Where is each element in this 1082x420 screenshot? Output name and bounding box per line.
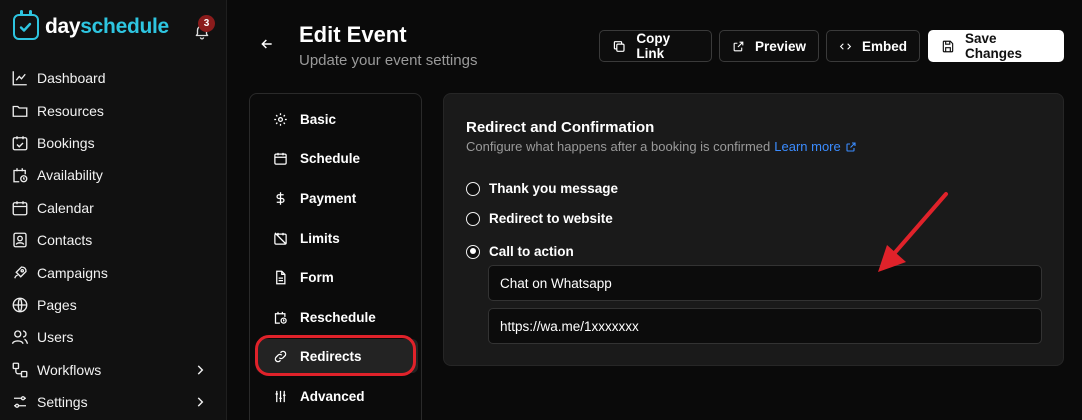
rocket-icon (14, 265, 27, 279)
sidebar-item-label: Users (37, 329, 74, 346)
sidebar-item-bookings[interactable]: Bookings (0, 127, 227, 159)
sidebar-item-settings[interactable]: Settings (0, 386, 227, 418)
users-icon (11, 330, 29, 345)
sidebar: dayschedule 3 Dashboard Resources Bookin… (0, 0, 227, 420)
menu-item-limits[interactable]: Limits (250, 221, 423, 255)
sidebar-item-label: Workflows (37, 361, 102, 378)
section-title: Redirect and Confirmation (466, 119, 655, 136)
option-call-to-action[interactable]: Call to action (466, 244, 574, 259)
annotation-arrow-icon (878, 192, 948, 272)
page-subtitle: Update your event settings (299, 52, 478, 69)
workflow-icon (12, 362, 28, 378)
menu-item-form[interactable]: Form (250, 260, 423, 294)
chevron-right-icon[interactable] (193, 395, 207, 409)
sidebar-item-label: Campaigns (37, 264, 108, 281)
sidebar-item-label: Bookings (37, 134, 95, 151)
option-label: Thank you message (489, 181, 619, 196)
menu-item-label: Redirects (300, 348, 362, 364)
menu-item-payment[interactable]: Payment (250, 181, 423, 215)
menu-item-redirects[interactable]: Redirects (256, 339, 418, 373)
event-settings-menu: Basic Schedule Payment Limits Form Resch… (249, 93, 422, 420)
menu-item-reschedule[interactable]: Reschedule (250, 300, 423, 334)
option-thank-you-message[interactable]: Thank you message (466, 181, 618, 196)
menu-item-basic[interactable]: Basic (250, 102, 423, 136)
chart-line-icon (12, 71, 27, 86)
calendar-check-icon (12, 136, 28, 151)
sidebar-item-label: Pages (37, 296, 77, 313)
radio-button[interactable] (466, 211, 480, 226)
sidebar-item-calendar[interactable]: Calendar (0, 192, 227, 224)
external-link-icon (733, 41, 744, 51)
sidebar-item-label: Availability (37, 167, 103, 184)
redirect-confirmation-card: Redirect and Confirmation Configure what… (443, 93, 1064, 366)
preview-label: Preview (754, 38, 806, 54)
menu-item-label: Basic (300, 111, 337, 127)
brand-name: dayschedule (45, 15, 169, 38)
globe-icon (12, 297, 28, 313)
option-label: Redirect to website (489, 211, 613, 226)
sidebar-item-contacts[interactable]: Contacts (0, 224, 227, 256)
sidebar-item-availability[interactable]: Availability (0, 159, 227, 191)
sidebar-item-label: Resources (37, 102, 104, 119)
menu-item-schedule[interactable]: Schedule (250, 141, 423, 175)
embed-label: Embed (861, 38, 907, 54)
sidebar-item-label: Dashboard (37, 70, 106, 87)
radio-button-selected[interactable] (466, 244, 480, 259)
sidebar-item-resources[interactable]: Resources (0, 94, 227, 126)
option-label: Call to action (489, 244, 574, 259)
section-description-text: Configure what happens after a booking i… (466, 139, 771, 154)
menu-item-label: Limits (300, 230, 340, 246)
sidebar-item-workflows[interactable]: Workflows (0, 354, 227, 386)
calendar-clock-icon (274, 311, 287, 324)
calendar-clock-icon (13, 168, 28, 183)
folder-icon (12, 105, 28, 117)
copy-link-label: Copy Link (636, 31, 671, 61)
chevron-right-icon[interactable] (193, 363, 207, 377)
sidebar-nav: Dashboard Resources Bookings Availabilit… (0, 62, 227, 418)
menu-item-label: Payment (300, 190, 357, 206)
embed-button[interactable]: Embed (826, 30, 920, 62)
menu-item-label: Schedule (300, 150, 361, 166)
notification-badge: 3 (198, 15, 215, 32)
cta-url-input[interactable]: https://wa.me/1xxxxxxx (488, 308, 1042, 344)
sliders-icon (275, 390, 286, 402)
page-title: Edit Event (299, 22, 407, 47)
save-changes-label: Save Changes (964, 31, 1022, 61)
sliders-icon (14, 396, 26, 409)
sidebar-item-label: Settings (37, 394, 88, 411)
menu-item-label: Reschedule (300, 309, 376, 325)
menu-item-label: Form (300, 269, 334, 285)
sidebar-item-label: Calendar (37, 199, 94, 216)
menu-item-advanced[interactable]: Advanced (250, 379, 423, 413)
save-icon (942, 40, 954, 52)
section-description: Configure what happens after a booking i… (466, 139, 857, 154)
learn-more-label: Learn more (774, 139, 841, 154)
document-icon (276, 270, 286, 284)
menu-item-label: Advanced (300, 388, 365, 404)
save-changes-button[interactable]: Save Changes (928, 30, 1064, 62)
copy-icon (613, 40, 625, 52)
calendar-check-logo-icon (13, 10, 39, 40)
dollar-icon (276, 191, 285, 205)
radio-button[interactable] (466, 181, 480, 196)
copy-link-button[interactable]: Copy Link (599, 30, 712, 62)
calendar-icon (12, 201, 28, 216)
sidebar-item-dashboard[interactable]: Dashboard (0, 62, 227, 94)
learn-more-link[interactable]: Learn more (774, 139, 856, 154)
sidebar-item-users[interactable]: Users (0, 321, 227, 353)
sidebar-item-label: Contacts (37, 232, 93, 249)
calendar-icon (274, 152, 287, 165)
calendar-off-icon (274, 231, 287, 245)
sidebar-item-campaigns[interactable]: Campaigns (0, 256, 227, 288)
link-icon (274, 350, 287, 362)
back-arrow-icon[interactable] (259, 36, 275, 52)
external-link-icon (846, 141, 856, 152)
gear-icon (274, 112, 287, 126)
option-redirect-to-website[interactable]: Redirect to website (466, 211, 613, 226)
contact-card-icon (13, 232, 27, 248)
code-icon (839, 42, 852, 50)
brand-logo[interactable]: dayschedule (13, 10, 169, 40)
preview-button[interactable]: Preview (719, 30, 819, 62)
sidebar-item-pages[interactable]: Pages (0, 289, 227, 321)
